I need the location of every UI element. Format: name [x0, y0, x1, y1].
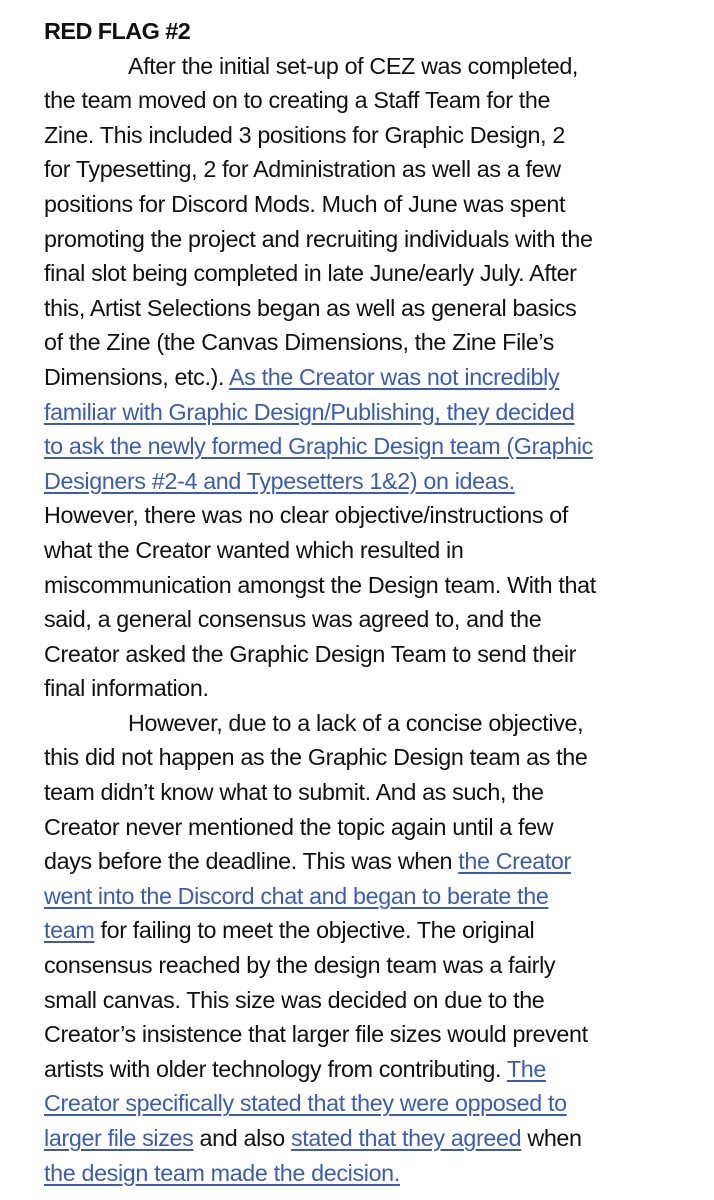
- text-line: said, a general consensus was agreed to,…: [44, 602, 714, 637]
- hyperlink[interactable]: to ask the newly formed Graphic Design t…: [44, 433, 593, 459]
- text-fragment: positions for Discord Mods. Much of June…: [44, 190, 566, 217]
- text-line: team for failing to meet the objective. …: [44, 913, 714, 948]
- text-line: Creator’s insistence that larger file si…: [44, 1017, 714, 1052]
- text-fragment: promoting the project and recruiting ind…: [44, 225, 593, 252]
- text-fragment: days before the deadline. This was when: [44, 848, 459, 875]
- text-line: miscommunication amongst the Design team…: [44, 568, 714, 603]
- text-line: Zine. This included 3 positions for Grap…: [44, 118, 714, 153]
- hyperlink[interactable]: Designers #2-4 and Typesetters 1&2) on i…: [44, 468, 515, 494]
- section-heading: RED FLAG #2: [44, 18, 191, 44]
- text-fragment: said, a general consensus was agreed to,…: [44, 606, 542, 633]
- text-fragment: the team moved on to creating a Staff Te…: [44, 87, 551, 114]
- hyperlink[interactable]: the Creator: [458, 848, 571, 874]
- text-line: larger file sizes and also stated that t…: [44, 1121, 714, 1156]
- text-line: familiar with Graphic Design/Publishing,…: [44, 395, 714, 430]
- text-line: of the Zine (the Canvas Dimensions, the …: [44, 325, 714, 360]
- text-fragment: miscommunication amongst the Design team…: [44, 571, 596, 598]
- hyperlink[interactable]: The: [507, 1056, 546, 1082]
- text-fragment: final slot being completed in late June/…: [44, 260, 577, 287]
- text-line: consensus reached by the design team was…: [44, 948, 714, 983]
- hyperlink[interactable]: the design team made the decision.: [44, 1160, 400, 1186]
- text-line: Creator asked the Graphic Design Team to…: [44, 637, 714, 672]
- text-line: Designers #2-4 and Typesetters 1&2) on i…: [44, 464, 714, 499]
- text-line: this, Artist Selections began as well as…: [44, 291, 714, 326]
- text-fragment: Dimensions, etc.).: [44, 363, 229, 390]
- text-fragment: After the initial set-up of CEZ was comp…: [128, 52, 579, 79]
- text-line: for Typesetting, 2 for Administration as…: [44, 152, 714, 187]
- text-line: After the initial set-up of CEZ was comp…: [44, 49, 714, 84]
- text-fragment: final information.: [44, 675, 209, 702]
- text-fragment: for failing to meet the objective. The o…: [94, 917, 535, 944]
- text-line: went into the Discord chat and began to …: [44, 879, 714, 914]
- text-line: small canvas. This size was decided on d…: [44, 983, 714, 1018]
- text-line: However, due to a lack of a concise obje…: [44, 706, 714, 741]
- hyperlink[interactable]: stated that they agreed: [291, 1125, 522, 1151]
- text-fragment: However, due to a lack of a concise obje…: [128, 709, 584, 736]
- text-fragment: when: [521, 1125, 582, 1151]
- text-line: final information.: [44, 671, 714, 706]
- text-fragment: Creator asked the Graphic Design Team to…: [44, 640, 577, 667]
- hyperlink[interactable]: went into the Discord chat and began to …: [44, 883, 549, 909]
- text-line: artists with older technology from contr…: [44, 1052, 714, 1087]
- text-fragment: what the Creator wanted which resulted i…: [44, 536, 464, 563]
- text-line: promoting the project and recruiting ind…: [44, 222, 714, 257]
- text-fragment: Zine. This included 3 positions for Grap…: [44, 121, 566, 148]
- document-body: After the initial set-up of CEZ was comp…: [44, 49, 714, 1191]
- text-line: Creator never mentioned the topic again …: [44, 810, 714, 845]
- text-line: However, there was no clear objective/in…: [44, 498, 714, 533]
- hyperlink[interactable]: As the Creator was not incredibly: [229, 364, 560, 390]
- text-fragment: of the Zine (the Canvas Dimensions, the …: [44, 329, 555, 356]
- text-fragment: and also: [193, 1125, 291, 1151]
- document-page: RED FLAG #2 After the initial set-up of …: [44, 14, 714, 1190]
- text-line: team didn’t know what to submit. And as …: [44, 775, 714, 810]
- text-line: Creator specifically stated that they we…: [44, 1086, 714, 1121]
- hyperlink[interactable]: Creator specifically stated that they we…: [44, 1090, 567, 1116]
- text-line: the team moved on to creating a Staff Te…: [44, 83, 714, 118]
- text-fragment: team didn’t know what to submit. And as …: [44, 779, 544, 806]
- text-line: to ask the newly formed Graphic Design t…: [44, 429, 714, 464]
- text-fragment: small canvas. This size was decided on d…: [44, 986, 545, 1013]
- text-fragment: this did not happen as the Graphic Desig…: [44, 744, 588, 771]
- text-line: Dimensions, etc.). As the Creator was no…: [44, 360, 714, 395]
- text-fragment: Creator never mentioned the topic again …: [44, 813, 554, 840]
- text-fragment: consensus reached by the design team was…: [44, 952, 556, 979]
- text-fragment: artists with older technology from contr…: [44, 1055, 507, 1082]
- text-fragment: Creator’s insistence that larger file si…: [44, 1021, 588, 1048]
- text-line: this did not happen as the Graphic Desig…: [44, 740, 714, 775]
- text-fragment: for Typesetting, 2 for Administration as…: [44, 156, 561, 183]
- text-fragment: However, there was no clear objective/in…: [44, 502, 569, 529]
- hyperlink[interactable]: familiar with Graphic Design/Publishing,…: [44, 399, 575, 425]
- text-line: what the Creator wanted which resulted i…: [44, 533, 714, 568]
- text-line: the design team made the decision.: [44, 1156, 714, 1191]
- text-line: positions for Discord Mods. Much of June…: [44, 187, 714, 222]
- text-fragment: this, Artist Selections began as well as…: [44, 294, 577, 321]
- text-line: final slot being completed in late June/…: [44, 256, 714, 291]
- hyperlink[interactable]: team: [44, 917, 95, 943]
- text-line: days before the deadline. This was when …: [44, 844, 714, 879]
- hyperlink[interactable]: larger file sizes: [44, 1125, 194, 1151]
